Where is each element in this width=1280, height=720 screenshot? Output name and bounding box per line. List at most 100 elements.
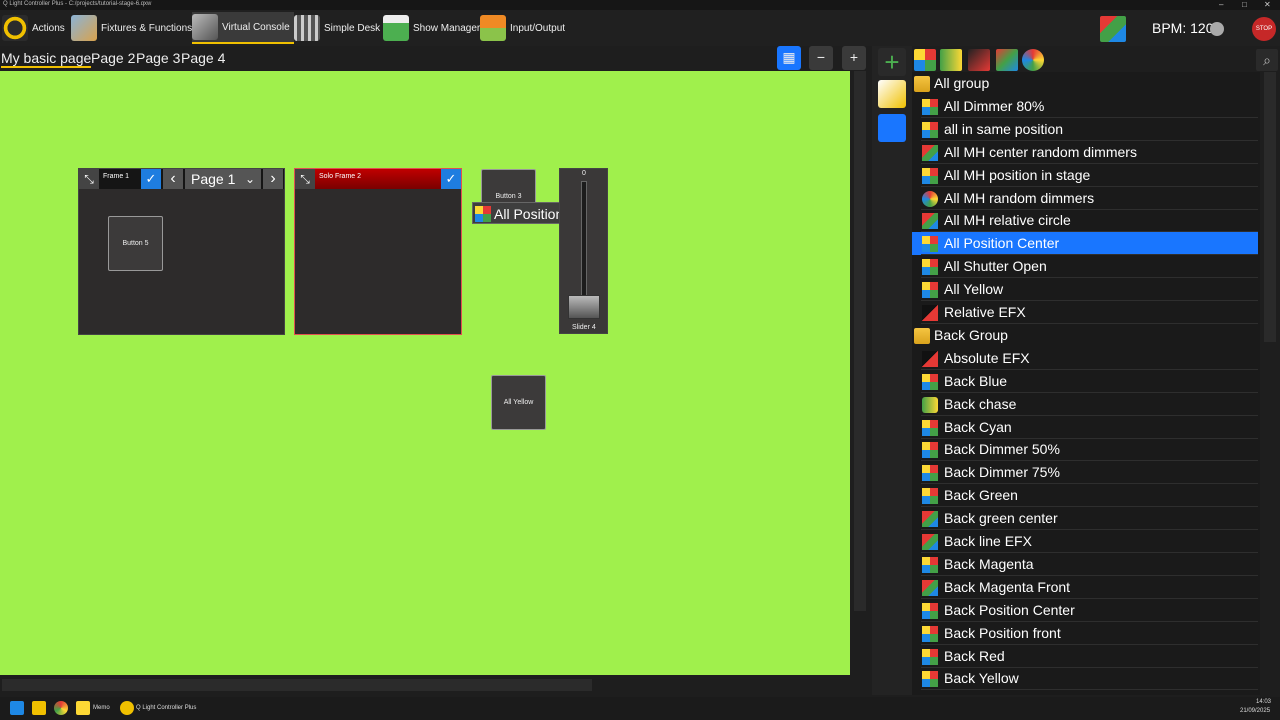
memo-icon[interactable] — [76, 701, 90, 715]
function-item[interactable]: Back Dimmer 75% — [912, 461, 1258, 485]
function-item[interactable]: Back line EFX — [912, 530, 1258, 553]
all-yellow-button[interactable]: All Yellow — [491, 375, 546, 430]
function-item[interactable]: Back green center — [912, 507, 1258, 531]
tab-page-2[interactable]: Page 2 — [91, 50, 135, 66]
function-item[interactable]: Relative EFX — [912, 301, 1258, 324]
rgbmatrix-filter-icon[interactable] — [1022, 49, 1044, 71]
efx-icon — [922, 350, 938, 367]
toolbar-input-output[interactable]: Input/Output — [480, 12, 565, 44]
function-item[interactable]: All MH random dimmers — [912, 187, 1258, 210]
taskbar-qlc[interactable]: Q Light Controller Plus — [136, 701, 196, 716]
next-page-button[interactable]: › — [263, 169, 283, 189]
solo-frame-2[interactable]: ⤡ Solo Frame 2 ✓ — [294, 168, 462, 335]
grid-toggle-button[interactable]: ▦ — [777, 46, 801, 70]
tree-folder[interactable]: Back Group — [912, 324, 1258, 347]
function-tree[interactable]: All group All Dimmer 80% all in same posit… — [912, 72, 1260, 695]
tree-scrollbar[interactable] — [1260, 72, 1280, 695]
maximize-button[interactable]: □ — [1242, 0, 1247, 9]
clock-time: 14:03 — [1256, 699, 1272, 705]
function-item[interactable]: Back Red — [912, 645, 1258, 668]
function-item[interactable]: All MH relative circle — [912, 209, 1258, 233]
collapse-icon[interactable]: ⤡ — [79, 169, 99, 189]
function-label: Relative EFX — [944, 304, 1026, 320]
function-item[interactable]: Back Cyan — [912, 416, 1258, 439]
function-item[interactable]: Back Dimmer 50% — [912, 438, 1258, 462]
toolbar-label: Actions — [32, 22, 65, 34]
function-item[interactable]: Back Position front — [912, 622, 1258, 645]
zoom-in-button[interactable]: + — [842, 46, 866, 70]
file-explorer-icon[interactable] — [32, 701, 46, 715]
function-item[interactable]: All Yellow — [912, 278, 1258, 302]
functions-panel-icon[interactable] — [878, 114, 906, 142]
function-item[interactable]: All Dimmer 80% — [912, 95, 1258, 118]
collapse-icon[interactable]: ⤡ — [295, 169, 315, 189]
function-item[interactable]: Back Magenta Front — [912, 576, 1258, 599]
function-item[interactable]: Back Position Center — [912, 599, 1258, 622]
tab-page-3[interactable]: Page 3 — [136, 50, 180, 66]
function-item[interactable]: All MH position in stage — [912, 164, 1258, 187]
function-label: Back chase — [944, 395, 1017, 412]
toolbar-simple-desk[interactable]: Simple Desk — [294, 12, 380, 44]
qlc-taskbar-icon[interactable] — [120, 701, 134, 715]
simple-desk-icon — [294, 15, 320, 41]
function-item[interactable]: All Shutter Open — [912, 255, 1258, 279]
function-item[interactable]: All Position Center — [912, 232, 1258, 256]
scene-icon — [475, 206, 491, 222]
function-label: All MH relative circle — [944, 212, 1071, 229]
stop-all-button[interactable]: STOP — [1252, 17, 1276, 41]
minimize-button[interactable]: – — [1219, 0, 1223, 9]
scene-icon — [922, 625, 938, 642]
zoom-out-button[interactable]: − — [809, 46, 833, 70]
collection-filter-icon[interactable] — [996, 49, 1018, 71]
search-icon[interactable]: ⌕ — [1256, 49, 1278, 71]
start-icon[interactable] — [10, 701, 24, 715]
scene-filter-icon[interactable] — [914, 49, 936, 71]
dmx-dump-icon[interactable] — [1100, 16, 1126, 42]
tree-folder[interactable]: All group — [912, 72, 1258, 95]
toolbar-show-manager[interactable]: Show Manager — [383, 12, 480, 44]
enable-check-icon[interactable]: ✓ — [141, 169, 161, 189]
canvas-horizontal-scrollbar[interactable] — [0, 675, 850, 695]
scroll-thumb[interactable] — [1264, 72, 1276, 342]
function-item[interactable]: all in same position — [912, 118, 1258, 141]
tab-my-basic-page[interactable]: My basic page — [1, 50, 92, 68]
toolbar-virtual-console[interactable]: Virtual Console — [192, 12, 294, 44]
chrome-icon[interactable] — [54, 701, 68, 715]
function-item[interactable]: Back Magenta — [912, 553, 1258, 576]
frame-1[interactable]: ⤡ Frame 1 ✓ ‹ Page 1 ⌄ › Button 5 — [78, 168, 285, 335]
slider-label: Slider 4 — [572, 324, 596, 331]
scene-icon — [922, 465, 938, 482]
taskbar-memo[interactable]: Memo — [93, 701, 110, 716]
add-widget-icon[interactable]: + — [878, 48, 906, 76]
page-tabs: My basic page Page 2 Page 3 Page 4 — [0, 46, 850, 70]
slider-4[interactable]: 0 Slider 4 — [559, 168, 608, 334]
close-window-button[interactable]: ✕ — [1264, 0, 1271, 9]
tab-page-4[interactable]: Page 4 — [181, 50, 225, 66]
page-select[interactable]: Page 1 ⌄ — [185, 169, 261, 189]
function-item[interactable]: All MH center random dimmers — [912, 141, 1258, 164]
button-5[interactable]: Button 5 — [108, 216, 163, 271]
function-item[interactable]: Back Green — [912, 484, 1258, 508]
function-item[interactable]: Back chase — [912, 393, 1258, 416]
frame-title: Solo Frame 2 — [319, 173, 362, 180]
previous-page-button[interactable]: ‹ — [163, 169, 183, 189]
slider-handle[interactable] — [568, 295, 600, 319]
function-item[interactable]: Back Yellow — [912, 667, 1258, 691]
folder-icon — [914, 76, 930, 92]
bpm-label[interactable]: BPM: 120 — [1152, 20, 1213, 36]
folder-icon — [914, 327, 930, 344]
scene-icon — [922, 373, 938, 390]
scroll-thumb[interactable] — [854, 71, 866, 611]
chaser-filter-icon[interactable] — [940, 49, 962, 71]
function-item[interactable]: Back Blue — [912, 370, 1258, 393]
toolbar-fixtures-functions[interactable]: Fixtures & Functions — [71, 12, 192, 44]
edit-properties-icon[interactable] — [878, 80, 906, 108]
toolbar-actions[interactable]: Actions — [2, 12, 65, 44]
side-panel: + — [872, 46, 912, 695]
virtual-console-canvas[interactable]: ⤡ Frame 1 ✓ ‹ Page 1 ⌄ › Button 5 ⤡ Solo… — [0, 71, 850, 675]
efx-filter-icon[interactable] — [968, 49, 990, 71]
function-item[interactable]: Absolute EFX — [912, 347, 1258, 370]
canvas-vertical-scrollbar[interactable] — [850, 71, 870, 675]
enable-check-icon[interactable]: ✓ — [441, 169, 461, 189]
scroll-thumb[interactable] — [2, 679, 592, 691]
